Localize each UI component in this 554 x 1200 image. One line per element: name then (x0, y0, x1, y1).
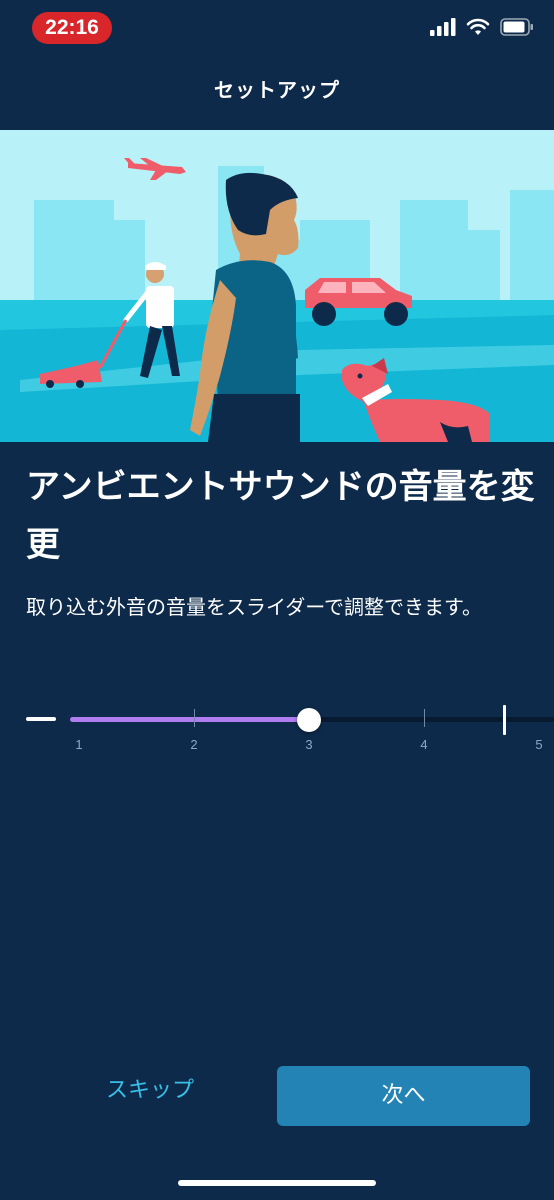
slider-tick (424, 709, 425, 727)
skip-button[interactable]: スキップ (60, 1068, 240, 1114)
page-title: セットアップ (214, 78, 340, 102)
volume-slider[interactable]: 1 2 3 4 5 (0, 700, 554, 760)
status-time: 22:16 (32, 12, 112, 44)
cellular-signal-icon (430, 18, 456, 40)
headline: アンビエントサウンドの音量を変更 (26, 467, 535, 565)
slider-tick (503, 705, 506, 735)
slider-tick-label: 1 (75, 737, 83, 752)
slider-track-fill (70, 717, 309, 722)
status-icons (430, 18, 534, 40)
minus-icon (26, 717, 56, 721)
description: 取り込む外音の音量をスライダーで調整できます。 (26, 595, 482, 619)
wifi-icon (466, 18, 490, 40)
next-button[interactable]: 次へ (277, 1066, 530, 1126)
slider-tick-label: 3 (305, 737, 313, 752)
slider-tick-label: 5 (535, 737, 543, 752)
slider-tick-label: 2 (190, 737, 198, 752)
home-indicator (178, 1180, 376, 1186)
slider-tick-label: 4 (420, 737, 428, 752)
slider-tick (194, 709, 195, 727)
status-bar: 22:16 (0, 0, 554, 60)
battery-icon (500, 18, 534, 40)
hero-illustration (0, 130, 554, 442)
slider-thumb[interactable] (297, 708, 321, 732)
